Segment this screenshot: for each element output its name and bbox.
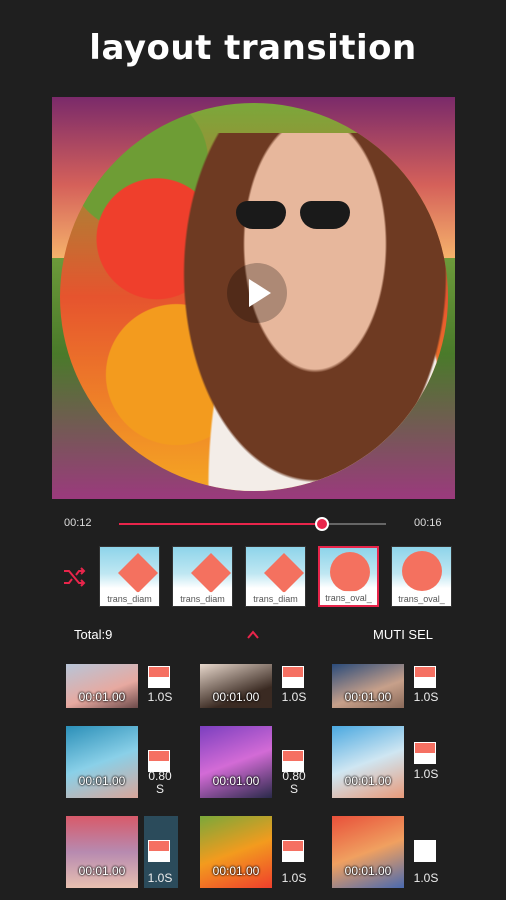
clip-duration: 1.0S: [413, 767, 439, 781]
seek-bar[interactable]: [119, 517, 386, 531]
clip-duration: 1.0S: [413, 871, 439, 885]
clip-duration: 1.0S: [147, 690, 173, 704]
shuffle-icon[interactable]: [62, 566, 86, 588]
clip-thumbnail: 00:01.00: [66, 726, 138, 798]
transition-item[interactable]: trans_diam: [172, 546, 233, 607]
transition-icon[interactable]: [282, 840, 304, 862]
seek-progress: [119, 523, 322, 525]
transition-label: trans_diam: [173, 592, 232, 606]
transition-shape: [402, 551, 442, 591]
clip-grid: 00:01.00 1.0S 00:01.00 1.0S 00:01.00 1.0…: [52, 660, 455, 900]
clip-thumbnail: 00:01.00: [200, 726, 272, 798]
transition-item[interactable]: trans_oval_: [391, 546, 452, 607]
transition-icon[interactable]: [414, 840, 436, 862]
transition-item[interactable]: trans_diam: [245, 546, 306, 607]
playback-timeline: 00:12 00:16: [0, 512, 506, 536]
transition-icon[interactable]: [148, 840, 170, 862]
transition-shape: [330, 552, 370, 592]
clip-thumbnail: 00:01.00: [66, 664, 138, 708]
transition-label: trans_oval_: [320, 591, 377, 605]
clip-duration: 1.0S: [413, 690, 439, 704]
transition-label: trans_diam: [100, 592, 159, 606]
transition-item-selected[interactable]: trans_oval_: [318, 546, 379, 607]
transition-shape: [264, 553, 304, 593]
multi-select-button[interactable]: MUTI SEL: [373, 627, 433, 642]
clip-thumbnail: 00:01.00: [200, 664, 272, 708]
clip-duration: 1.0S: [281, 690, 307, 704]
clips-toolbar: Total:9 MUTI SEL: [52, 617, 455, 655]
portrait-photo: [170, 133, 448, 491]
clip-count: Total:9: [74, 627, 113, 642]
clip-duration: 1.0S: [147, 871, 173, 885]
total-time: 00:16: [414, 517, 442, 529]
transition-label: trans_oval_: [392, 592, 451, 606]
transition-item[interactable]: trans_diam: [99, 546, 160, 607]
clip-duration: 0.80 S: [282, 769, 306, 796]
transition-label: trans_diam: [246, 592, 305, 606]
clip-thumbnail: 00:01.00: [332, 816, 404, 888]
chevron-up-icon[interactable]: [246, 628, 260, 642]
clip-duration: 1.0S: [281, 871, 307, 885]
transition-icon[interactable]: [148, 666, 170, 688]
page-title: layout transition: [89, 28, 417, 68]
clip-thumbnail: 00:01.00: [66, 816, 138, 888]
clip-thumbnail: 00:01.00: [332, 664, 404, 708]
transition-shape: [191, 553, 231, 593]
sunglasses: [236, 201, 356, 231]
video-preview[interactable]: [52, 97, 455, 499]
transition-strip: trans_diam trans_diam trans_diam trans_o…: [0, 546, 506, 608]
transition-icon[interactable]: [414, 742, 436, 764]
transition-icon[interactable]: [414, 666, 436, 688]
play-icon[interactable]: [227, 263, 287, 323]
clip-thumbnail: 00:01.00: [332, 726, 404, 798]
clip-thumbnail: 00:01.00: [200, 816, 272, 888]
transition-shape: [118, 553, 158, 593]
seek-handle[interactable]: [314, 517, 329, 531]
transition-icon[interactable]: [282, 666, 304, 688]
clip-duration: 0.80 S: [148, 769, 172, 796]
current-time: 00:12: [64, 517, 92, 529]
